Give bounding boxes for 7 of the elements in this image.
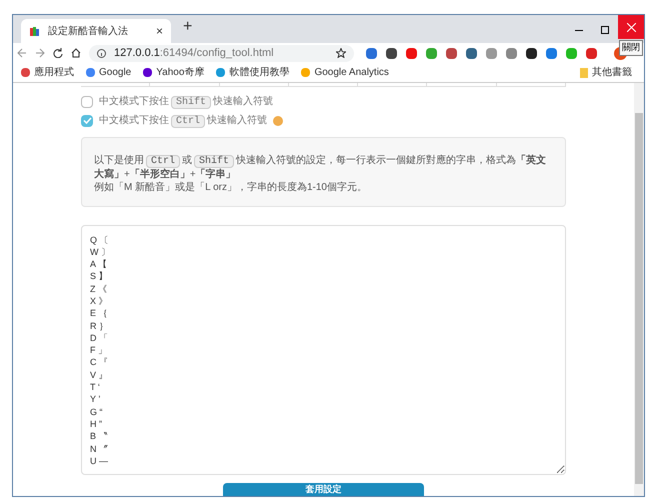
tab-title: 設定新酷音輸入法 — [48, 24, 129, 38]
example-text: 例如「M 新酷音」或是「L orz」，字串的長度為1-10個字元。 — [94, 180, 368, 194]
option-label: 中文模式下按住 Shift 快速輸入符號 — [99, 94, 274, 110]
url-text: 127.0.0.1:61494/config_tool.html — [114, 46, 275, 61]
option-label: 中文模式下按住 Ctrl 快速輸入符號 — [99, 114, 268, 128]
help-text: 以下是使用 Ctrl 或 Shift 快速輸入符號的設定，每一行表示一個鍵所對應的字串，格式為「英文大寫」+「半形空白」+「字串」 — [94, 154, 548, 180]
tooltip: 關閉 — [619, 40, 643, 56]
